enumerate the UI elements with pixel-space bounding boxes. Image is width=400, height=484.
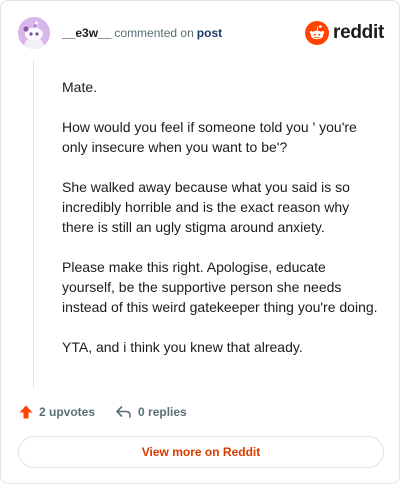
comment-meta: __e3w__ commented on post [62,26,222,40]
comment-paragraph: She walked away because what you said is… [62,179,350,235]
view-more-button[interactable]: View more on Reddit [18,436,384,468]
thread-line [33,59,34,389]
replies-stat[interactable]: 0 replies [115,404,187,420]
upvotes-stat[interactable]: 2 upvotes [18,404,95,420]
post-link[interactable]: post [197,26,222,40]
upvotes-count: 2 upvotes [39,405,96,419]
avatar[interactable] [18,17,50,49]
snoo-avatar-icon [18,17,50,49]
upvote-arrow-icon [19,405,33,419]
embedded-comment-card: __e3w__ commented on post reddit Mate. How… [0,0,400,484]
brand-wordmark: reddit [333,22,384,43]
comment-paragraph: YTA, and i think you knew that already. [62,339,303,355]
comment-header: __e3w__ commented on post reddit [18,17,384,51]
comment-paragraph: Please make this right. Apologise, educa… [62,259,378,315]
action-text: commented on [114,26,194,40]
comment-body: Mate. How would you feel if someone told… [62,77,382,377]
reply-arrow-icon [116,406,131,418]
reddit-brand[interactable]: reddit [305,20,384,46]
comment-paragraph: Mate. [62,79,98,95]
comment-footer: 2 upvotes 0 replies [18,402,207,422]
replies-count: 0 replies [138,405,187,419]
comment-paragraph: How would you feel if someone told you '… [62,119,357,155]
username-link[interactable]: __e3w__ [62,26,111,40]
reddit-logo-icon [305,21,330,45]
